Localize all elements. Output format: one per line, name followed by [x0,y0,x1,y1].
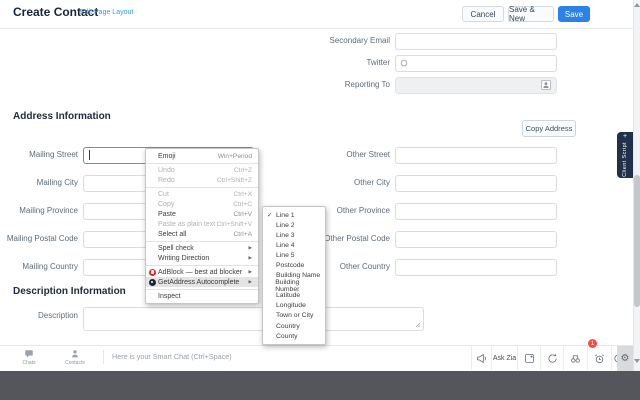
submenu-item-line2[interactable]: Line 2 [263,220,325,230]
other-street-label: Other Street [288,147,390,163]
cancel-button[interactable]: Cancel [462,6,504,22]
twitter-input[interactable] [395,55,557,72]
twitter-icon [400,59,408,67]
zia-panel-button[interactable] [517,346,540,370]
ask-zia-button[interactable]: Ask Zia [491,346,517,370]
description-section-title: Description Information [13,286,126,297]
other-province-input[interactable] [395,203,557,220]
reporting-to-input[interactable] [395,77,557,94]
menu-item-copy[interactable]: CopyCtrl+C [146,199,258,209]
contacts-shortcut[interactable]: Contacts [58,349,92,366]
menu-item-emoji[interactable]: EmojiWin+Period [146,151,258,161]
notification-badge: 1 [588,339,597,348]
smart-chat-text[interactable]: Here is your Smart Chat (Ctrl+Space) [112,352,232,361]
mailing-country-label: Mailing Country [0,259,78,275]
client-script-tab-label: Client Script [622,142,628,177]
context-menu: EmojiWin+Period UndoCtrl+Z RedoCtrl+Shif… [145,148,259,304]
submenu-arrow-icon: ▶ [249,269,252,275]
mailing-city-label: Mailing City [0,175,78,191]
chat-bubble-icon [24,349,34,359]
other-country-input[interactable] [395,259,557,276]
menu-separator [146,241,258,242]
header-divider [0,28,640,29]
scrollbar-down-arrow[interactable] [634,359,640,363]
other-city-label: Other City [288,175,390,191]
menu-item-select-all[interactable]: Select allCtrl+A [146,229,258,239]
text-caret [89,150,90,160]
bottom-right-toolbar: Ask Zia [471,346,625,370]
menu-item-paste[interactable]: PasteCtrl+V [146,209,258,219]
secondary-email-input[interactable] [395,33,557,50]
menu-item-writing-direction[interactable]: Writing Direction▶ [146,253,258,263]
alarm-clock-icon [594,353,605,364]
other-postal-code-input[interactable] [395,231,557,248]
submenu-arrow-icon: ▶ [249,279,252,285]
save-button[interactable]: Save [558,6,590,22]
address-section-title: Address Information [13,111,111,122]
menu-item-redo[interactable]: RedoCtrl+Shift+Z [146,175,258,185]
client-script-expand-icon: + [623,132,627,141]
getaddress-submenu: ✓Line 1 Line 2 Line 3 Line 4 Line 5 Post… [262,206,326,345]
binoculars-icon [570,353,581,364]
client-script-tab[interactable]: + Client Script [617,132,633,178]
menu-separator [146,163,258,164]
scrollbar-thumb[interactable] [634,175,640,307]
submenu-arrow-icon: ▶ [249,245,252,251]
copy-address-button[interactable]: Copy Address [522,120,576,137]
secondary-email-label: Secondary Email [288,33,390,49]
person-icon [70,349,80,359]
description-label: Description [0,308,78,324]
check-icon: ✓ [267,211,276,219]
submenu-item-line5[interactable]: Line 5 [263,250,325,260]
getaddress-icon [149,279,156,286]
bottom-band [0,371,640,400]
menu-item-undo[interactable]: UndoCtrl+Z [146,165,258,175]
edit-page-layout-link[interactable]: Edit Page Layout [80,9,133,16]
megaphone-icon [476,353,487,364]
description-textarea[interactable] [83,307,424,331]
submenu-item-line1[interactable]: ✓Line 1 [263,210,325,220]
submenu-item-longitude[interactable]: Longitude [263,301,325,311]
menu-item-spell-check[interactable]: Spell check▶ [146,243,258,253]
submenu-arrow-icon: ▶ [249,255,252,261]
reminders-button[interactable] [587,346,611,370]
settings-button[interactable]: ⚙ [617,346,633,371]
menu-item-cut[interactable]: CutCtrl+X [146,189,258,199]
mailing-postal-code-label: Mailing Postal Code [0,231,78,247]
menu-item-paste-plain[interactable]: Paste as plain textCtrl+Shift+V [146,219,258,229]
submenu-item-line3[interactable]: Line 3 [263,230,325,240]
other-street-input[interactable] [395,147,557,164]
menu-item-adblock[interactable]: AdBlock — best ad blocker▶ [146,267,258,277]
panel-icon [524,353,535,364]
reporting-to-label: Reporting To [288,77,390,93]
mailing-province-label: Mailing Province [0,203,78,219]
bottom-bar-divider [103,350,104,364]
gear-icon: ⚙ [621,354,630,364]
submenu-item-town-or-city[interactable]: Town or City [263,311,325,321]
resize-handle-icon[interactable] [415,322,421,328]
save-and-new-button[interactable]: Save & New [508,6,554,22]
other-city-input[interactable] [395,175,557,192]
menu-item-inspect[interactable]: Inspect [146,291,258,301]
submenu-item-country[interactable]: Country [263,321,325,331]
submenu-item-postcode[interactable]: Postcode [263,260,325,270]
submenu-item-line4[interactable]: Line 4 [263,240,325,250]
submenu-item-building-number[interactable]: Building Number [263,281,325,291]
scrollbar-up-arrow[interactable] [634,3,640,7]
chats-shortcut[interactable]: Chats [12,349,46,366]
adblock-icon [149,269,156,276]
mailing-street-label: Mailing Street [0,147,78,163]
menu-item-getaddress[interactable]: GetAddress Autocomplete▶ [146,277,258,287]
submenu-item-county[interactable]: County [263,331,325,341]
menu-separator [146,289,258,290]
create-contact-page: Create Contact Edit Page Layout Cancel S… [0,0,640,400]
sync-button[interactable] [540,346,563,370]
menu-separator [146,187,258,188]
telephony-button[interactable] [563,346,587,370]
announcement-button[interactable] [471,346,491,370]
lookup-icon[interactable] [541,80,551,90]
refresh-icon [547,353,558,364]
twitter-label: Twitter [288,55,390,71]
menu-separator [146,265,258,266]
